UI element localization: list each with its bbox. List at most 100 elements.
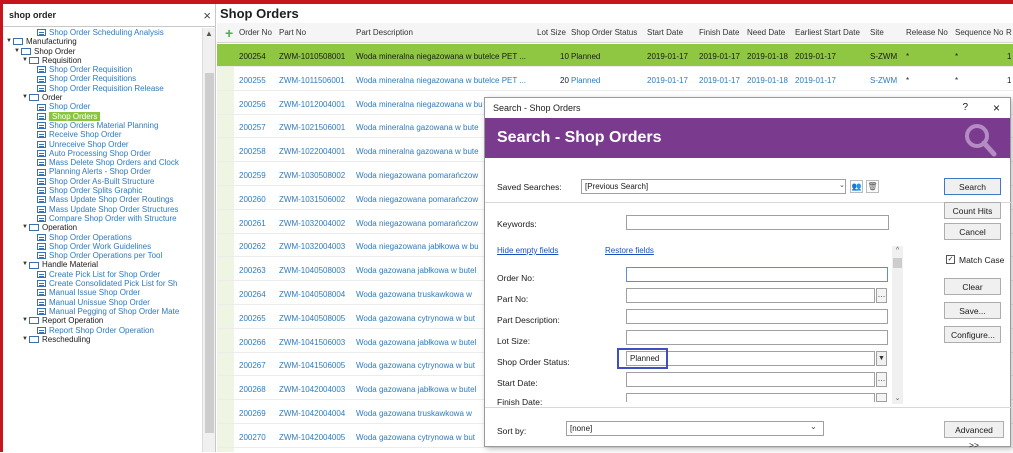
advanced-button[interactable]: Advanced >> [944, 421, 1004, 450]
tree-item[interactable]: Planning Alerts - Shop Order [3, 167, 202, 176]
start-date-picker-button[interactable]: … [876, 372, 887, 387]
tree-item[interactable]: Shop Order Requisition Release [3, 84, 202, 93]
sort-chevron-down-icon[interactable]: ⌄ [810, 422, 817, 431]
tree-item[interactable]: Shop Order As-Built Structure [3, 177, 202, 186]
tree-item[interactable]: Shop Orders [3, 111, 202, 121]
tree-item[interactable]: ▼ Rescheduling [3, 335, 202, 344]
tree-item[interactable]: Shop Order [3, 102, 202, 111]
cell-part-no[interactable]: ZWM-1042004004 [279, 409, 345, 418]
chevron-down-icon[interactable]: ▼ [21, 56, 29, 65]
cell-part-no[interactable]: ZWM-1031506002 [279, 195, 345, 204]
tree-item[interactable]: Manual Pegging of Shop Order Mate [3, 307, 202, 316]
close-icon[interactable]: × [203, 8, 211, 23]
col-header-r[interactable]: R [1006, 28, 1012, 37]
cell-part-no[interactable]: ZWM-1030508002 [279, 171, 345, 180]
chevron-down-icon[interactable]: ▼ [21, 93, 29, 102]
lot-size-input[interactable] [626, 330, 888, 345]
tree-item[interactable]: Mass Update Shop Order Structures [3, 205, 202, 214]
fields-scrollbar[interactable]: ^ ⌄ [892, 246, 903, 404]
tree-item[interactable]: Shop Order Work Guidelines [3, 242, 202, 251]
cell-part-no[interactable]: ZWM-1011506001 [279, 76, 345, 85]
col-header-part-no[interactable]: Part No [279, 28, 306, 37]
cell-order-no[interactable]: 200263 [239, 266, 266, 275]
col-header-site[interactable]: Site [870, 28, 884, 37]
cell-part-no[interactable]: ZWM-1032004002 [279, 219, 345, 228]
cell-order-no[interactable]: 200255 [239, 76, 266, 85]
cell-order-no[interactable]: 200267 [239, 361, 266, 370]
cell-order-no[interactable]: 200268 [239, 385, 266, 394]
cell-order-no[interactable]: 200269 [239, 409, 266, 418]
part-no-input[interactable] [626, 288, 875, 303]
search-button[interactable]: Search [944, 178, 1001, 195]
tree-item[interactable]: Shop Order Requisition [3, 65, 202, 74]
col-header-earliest-start[interactable]: Earliest Start Date [795, 28, 860, 37]
tree-item[interactable]: Receive Shop Order [3, 130, 202, 139]
cell-order-no[interactable]: 200259 [239, 171, 266, 180]
col-header-finish-date[interactable]: Finish Date [699, 28, 739, 37]
status-dropdown-icon[interactable]: ▼ [876, 351, 887, 366]
saved-searches-select[interactable]: [Previous Search] [581, 179, 846, 194]
cell-part-no[interactable]: ZWM-1021506001 [279, 123, 345, 132]
tree-item[interactable]: Report Shop Order Operation [3, 326, 202, 335]
chevron-down-icon[interactable]: ▼ [13, 47, 21, 56]
col-header-release-no[interactable]: Release No [906, 28, 948, 37]
part-no-lookup-button[interactable]: … [876, 288, 887, 303]
chevron-down-icon[interactable]: ▼ [21, 260, 29, 269]
col-header-sequence-no[interactable]: Sequence No [955, 28, 1003, 37]
chevron-down-icon[interactable]: ⌄ [839, 181, 845, 189]
col-header-part-description[interactable]: Part Description [356, 28, 413, 37]
trash-icon[interactable]: 🗑 [866, 180, 879, 193]
scroll-up-icon[interactable]: ▲ [203, 28, 215, 40]
tree-item[interactable]: Auto Processing Shop Order [3, 149, 202, 158]
chevron-down-icon[interactable]: ▼ [21, 335, 29, 344]
cell-order-no[interactable]: 200262 [239, 242, 266, 251]
table-row[interactable]: 200255 ZWM-1011506001 Woda mineralna niega… [217, 68, 1013, 91]
part-description-input[interactable] [626, 309, 888, 324]
cell-order-no[interactable]: 200265 [239, 314, 266, 323]
col-header-need-date[interactable]: Need Date [747, 28, 785, 37]
tree-item[interactable]: ▼ Requisition [3, 56, 202, 65]
cell-part-no[interactable]: ZWM-1042004003 [279, 385, 345, 394]
cell-order-no[interactable]: 200270 [239, 433, 266, 442]
cell-part-no[interactable]: ZWM-1040508004 [279, 290, 345, 299]
cell-order-no[interactable]: 200266 [239, 338, 266, 347]
match-case-checkbox[interactable]: ✓ [946, 255, 955, 264]
tree-item[interactable]: ▼ Handle Material [3, 260, 202, 269]
tree-item[interactable]: ▼ Report Operation [3, 316, 202, 325]
scroll-down-icon[interactable]: ⌄ [892, 394, 903, 404]
chevron-down-icon[interactable]: ▼ [5, 37, 13, 46]
table-row[interactable]: 200254 ZWM-1010508001 Woda mineralna niega… [217, 44, 1013, 67]
tree-item[interactable]: Mass Delete Shop Orders and Clock [3, 158, 202, 167]
shared-searches-icon[interactable]: 👥 [850, 180, 863, 193]
cell-part-no[interactable]: ZWM-1010508001 [279, 52, 345, 61]
tree-item[interactable]: Shop Orders Material Planning [3, 121, 202, 130]
finish-date-picker-button[interactable] [876, 393, 887, 402]
cell-order-no[interactable]: 200264 [239, 290, 266, 299]
keywords-input[interactable] [626, 215, 889, 230]
add-icon[interactable]: + [225, 25, 233, 41]
finish-date-input[interactable] [626, 393, 875, 402]
hide-empty-fields-link[interactable]: Hide empty fields [497, 246, 558, 255]
scroll-up-icon[interactable]: ^ [892, 246, 903, 256]
dialog-close-icon[interactable]: × [993, 98, 1000, 118]
cell-part-no[interactable]: ZWM-1042004005 [279, 433, 345, 442]
order-no-input[interactable] [626, 267, 888, 282]
cell-part-no[interactable]: ZWM-1040508005 [279, 314, 345, 323]
chevron-down-icon[interactable]: ▼ [21, 316, 29, 325]
cell-part-no[interactable]: ZWM-1041506003 [279, 338, 345, 347]
tree-item[interactable]: Shop Order Requisitions [3, 74, 202, 83]
cell-order-no[interactable]: 200257 [239, 123, 266, 132]
tree-item[interactable]: Unreceive Shop Order [3, 140, 202, 149]
col-header-lot-size[interactable]: Lot Size [537, 28, 566, 37]
tree-item[interactable]: Shop Order Operations per Tool [3, 251, 202, 260]
tree-item[interactable]: Create Pick List for Shop Order [3, 270, 202, 279]
tree-item[interactable]: ▼ Operation [3, 223, 202, 232]
cell-part-no[interactable]: ZWM-1032004003 [279, 242, 345, 251]
tree-item[interactable]: Compare Shop Order with Structure [3, 214, 202, 223]
tree-item[interactable]: ▼ Shop Order [3, 47, 202, 56]
cell-part-no[interactable]: ZWM-1041506005 [279, 361, 345, 370]
count-hits-button[interactable]: Count Hits [944, 202, 1001, 219]
navigator-scrollbar[interactable]: ▲ [202, 28, 215, 452]
col-header-start-date[interactable]: Start Date [647, 28, 683, 37]
cancel-button[interactable]: Cancel [944, 223, 1001, 240]
